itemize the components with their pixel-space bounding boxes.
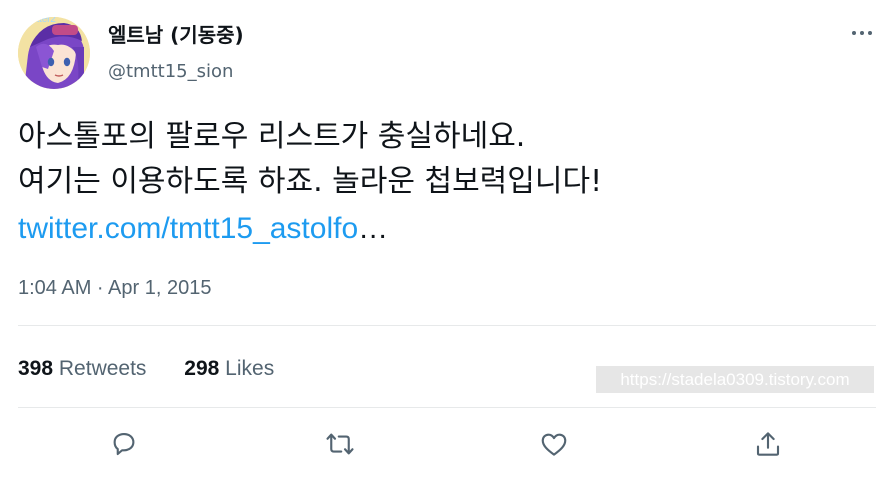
tweet-link-text[interactable]: twitter.com/tmtt15_astolfo [18, 212, 358, 245]
retweet-icon [326, 433, 354, 455]
tweet-timestamp[interactable]: 1:04 AM · Apr 1, 2015 [18, 274, 211, 302]
divider [18, 325, 876, 326]
tweet-text-line: 아스톨포의 팔로우 리스트가 충실하네요. [18, 119, 526, 154]
more-options-button[interactable] [846, 20, 878, 46]
retweets-count: 398 [18, 357, 54, 380]
more-horizontal-icon [852, 31, 872, 35]
likes-stat[interactable]: 298 Likes [184, 355, 274, 383]
retweet-button[interactable] [320, 424, 360, 464]
retweets-label: Retweets [58, 357, 147, 380]
tweet-link[interactable]: twitter.com/tmtt15_astolfo… [18, 207, 388, 251]
like-icon [541, 433, 567, 456]
likes-label: Likes [225, 357, 275, 380]
likes-count: 298 [184, 357, 220, 380]
avatar-image [18, 17, 90, 89]
tweet-text-line: 여기는 이용하도록 하죠. 놀라운 첩보력입니다! [18, 164, 603, 199]
tweet-link-ellipsis: … [358, 212, 389, 245]
share-button[interactable] [748, 424, 788, 464]
share-icon [756, 432, 780, 456]
avatar[interactable]: twitter2 [18, 17, 90, 89]
retweets-stat[interactable]: 398 Retweets [18, 355, 146, 383]
like-button[interactable] [534, 424, 574, 464]
divider [18, 407, 876, 408]
reply-button[interactable] [104, 424, 144, 464]
watermark: https://stadela0309.tistory.com [596, 366, 874, 393]
author-display-name[interactable]: 엘트남 (기동중) [108, 22, 244, 48]
tweet-stats: 398 Retweets 298 Likes [18, 355, 306, 383]
author-handle[interactable]: @tmtt15_sion [108, 60, 233, 84]
avatar-tag: twitter2 [25, 17, 56, 25]
reply-icon [113, 432, 135, 456]
tweet-text: 아스톨포의 팔로우 리스트가 충실하네요. 여기는 이용하도록 하죠. 놀라운 … [18, 114, 602, 204]
